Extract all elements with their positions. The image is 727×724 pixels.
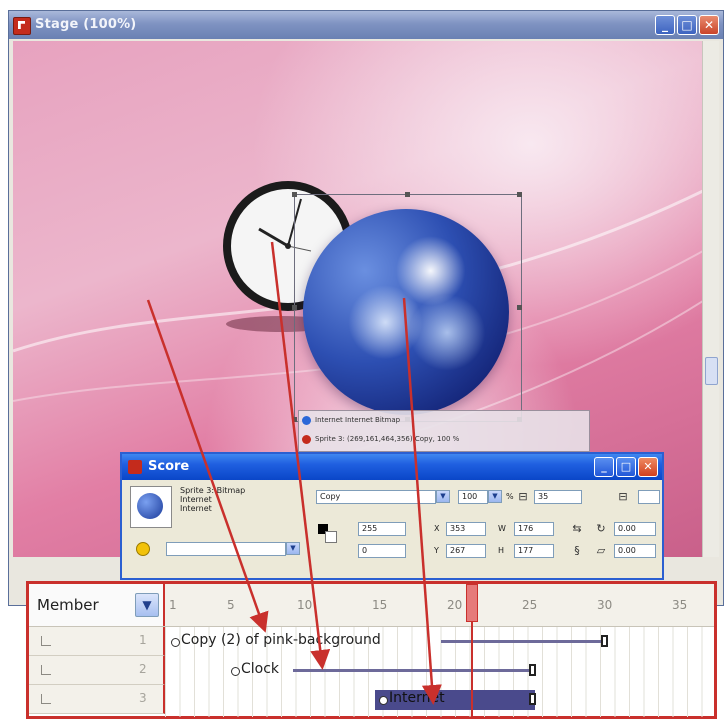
channel-toggle-icon[interactable]	[41, 636, 51, 646]
member-selector[interactable]: Member ▼	[29, 584, 165, 626]
maximize-icon: □	[620, 460, 632, 473]
y-label: Y	[434, 546, 439, 555]
maximize-button[interactable]: □	[677, 15, 697, 35]
minimize-icon: _	[601, 460, 607, 473]
score-title: Score	[148, 459, 190, 474]
ink-select[interactable]: Copy	[316, 490, 436, 504]
frame-number: 20	[447, 598, 463, 612]
ink-dropdown-button[interactable]: ▼	[436, 490, 450, 503]
minimize-icon: _	[662, 18, 668, 32]
sprite-info-overlay: Internet Internet Bitmap Sprite 3: (269,…	[298, 410, 590, 452]
script-icon[interactable]: §	[570, 545, 584, 557]
behavior-select[interactable]	[166, 542, 286, 556]
scrollbar-thumb[interactable]	[705, 357, 718, 385]
w-field[interactable]: 176	[514, 522, 554, 536]
director-app-icon	[128, 460, 142, 474]
y-field[interactable]: 267	[446, 544, 486, 558]
frame-number: 15	[372, 598, 388, 612]
foreground-color-field[interactable]: 255	[358, 522, 406, 536]
end-frame-field[interactable]	[638, 490, 660, 504]
sprite-icon	[302, 435, 311, 444]
background-color-swatch[interactable]	[325, 531, 337, 543]
member-dropdown-button[interactable]: ▼	[135, 593, 159, 617]
score-close-button[interactable]: ✕	[638, 457, 658, 477]
sprite-info-line2: Sprite 3: (269,161,464,356) Copy, 100 %	[315, 435, 460, 443]
sprite-start-marker[interactable]	[379, 696, 388, 705]
sprite-span-bar[interactable]	[293, 669, 531, 672]
sprite-end-marker[interactable]	[529, 664, 536, 676]
h-field[interactable]: 177	[514, 544, 554, 558]
frame-number: 25	[522, 598, 538, 612]
internet-globe-sprite[interactable]	[303, 209, 509, 415]
minimize-button[interactable]: _	[655, 15, 675, 35]
channel-row[interactable]: 3	[29, 685, 165, 714]
close-icon: ✕	[703, 18, 715, 32]
frame-number: 5	[227, 598, 235, 612]
blend-field[interactable]: 100	[458, 490, 488, 504]
stage-title-bar[interactable]: Stage (100%) _ □ ✕	[9, 11, 723, 39]
frame-ruler[interactable]: Member ▼ 1 5 10 15 20 25 30 35	[29, 584, 714, 627]
frame-number: 10	[297, 598, 313, 612]
sprite-info-line1: Internet Internet Bitmap	[315, 416, 401, 424]
sprite-info-member: Internet	[180, 495, 212, 504]
sprite-end-marker[interactable]	[601, 635, 608, 647]
x-field[interactable]: 353	[446, 522, 486, 536]
channel-number: 1	[139, 633, 147, 647]
rotation-field[interactable]: 0.00	[614, 522, 656, 536]
stage-vertical-scrollbar[interactable]	[702, 41, 719, 557]
maximize-icon: □	[681, 18, 693, 32]
frame-number: 1	[169, 598, 177, 612]
blend-dropdown-button[interactable]: ▼	[488, 490, 502, 503]
sprite-info: Sprite 3: Bitmap Internet Internet	[180, 486, 245, 513]
start-frame-field[interactable]: 35	[534, 490, 582, 504]
frame-number: 35	[672, 598, 688, 612]
channel-number: 3	[139, 691, 147, 705]
score-grid: Member ▼ 1 5 10 15 20 25 30 35 1 2 3 Cop…	[26, 581, 717, 719]
sprite-span-label[interactable]: Copy (2) of pink-background	[181, 632, 381, 648]
channel-toggle-icon[interactable]	[41, 665, 51, 675]
channel-number: 2	[139, 662, 147, 676]
sprite-end-marker[interactable]	[529, 693, 536, 705]
sprite-span-label[interactable]: Internet	[389, 690, 445, 706]
sprite-start-marker[interactable]	[171, 638, 180, 647]
frame-number: 30	[597, 598, 613, 612]
behavior-dropdown-button[interactable]: ▼	[286, 542, 300, 555]
skew-icon[interactable]: ▱	[594, 545, 608, 557]
behavior-icon[interactable]	[136, 542, 150, 556]
flip-icon[interactable]: ⇆	[570, 523, 584, 535]
director-app-icon	[13, 17, 31, 35]
sprite-info-type: Sprite 3: Bitmap	[180, 486, 246, 495]
playhead-line	[471, 622, 473, 717]
playhead[interactable]	[466, 584, 478, 622]
x-label: X	[434, 524, 440, 533]
score-window: Score _ □ ✕ Sprite 3: Bitmap Internet In…	[120, 452, 664, 580]
end-frame-icon: ⊟	[618, 490, 628, 503]
w-label: W	[498, 524, 506, 533]
sprite-span-bar[interactable]	[441, 640, 603, 643]
start-frame-icon: ⊟	[518, 490, 528, 503]
sprite-info-cast: Internet	[180, 504, 212, 513]
score-maximize-button[interactable]: □	[616, 457, 636, 477]
channel-toggle-icon[interactable]	[41, 694, 51, 704]
close-icon: ✕	[643, 460, 653, 473]
score-minimize-button[interactable]: _	[594, 457, 614, 477]
sprite-thumbnail	[130, 486, 172, 528]
bitmap-icon	[302, 416, 311, 425]
channel-row[interactable]: 1	[29, 627, 165, 656]
member-label: Member	[37, 596, 99, 614]
close-button[interactable]: ✕	[699, 15, 719, 35]
score-title-bar[interactable]: Score _ □ ✕	[122, 454, 662, 480]
stage-title: Stage (100%)	[35, 17, 137, 32]
blend-unit: %	[506, 492, 514, 501]
skew-field[interactable]: 0.00	[614, 544, 656, 558]
sprite-start-marker[interactable]	[231, 667, 240, 676]
channel-row[interactable]: 2	[29, 656, 165, 685]
h-label: H	[498, 546, 505, 555]
background-color-field[interactable]: 0	[358, 544, 406, 558]
sprite-span-label[interactable]: Clock	[241, 661, 279, 677]
rotation-icon[interactable]: ↻	[594, 523, 608, 535]
